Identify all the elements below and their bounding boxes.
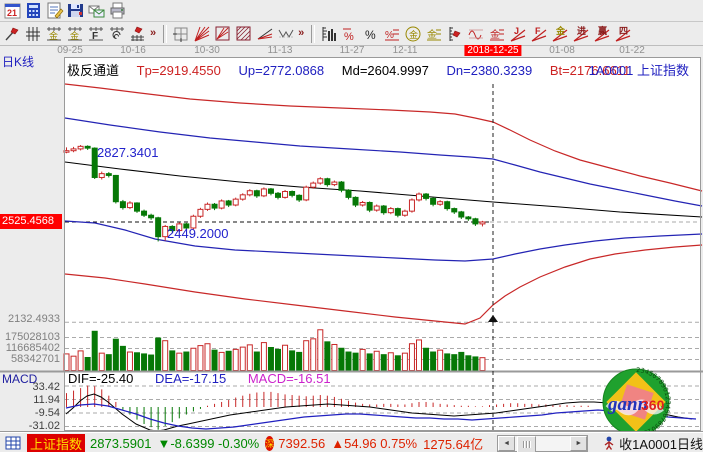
scroll-right-button[interactable]: ► (570, 436, 587, 451)
scroll-track[interactable] (515, 436, 570, 451)
hotkey-person-icon (598, 433, 619, 452)
indicator-readout: 极反通道 Tp=2919.4550 Up=2772.0868 Md=2604.9… (67, 60, 644, 79)
indicator-name: 极反通道 (67, 63, 119, 78)
logo-brand-num: 360 (641, 397, 665, 413)
macd-scale-3: -9.54 (0, 407, 60, 419)
md-value: Md=2604.9997 (342, 63, 429, 78)
index-change: ▼-8.6399 -0.30% (157, 436, 259, 451)
macd-readout: DIF=-25.40 DEA=-17.15 MACD=-16.51 (68, 371, 349, 386)
macd-scale-1: 33.42 (0, 381, 60, 393)
scroll-left-button[interactable]: ◄ (498, 436, 515, 451)
status-bar: 上证指数 2873.5901 ▼-8.6399 -0.30% 深 7392.56… (0, 432, 703, 452)
shenzhen-badge[interactable]: 深 (265, 436, 274, 451)
symbol-name: 1A0001 上证指数 (589, 60, 689, 79)
index-value: 2873.5901 (90, 436, 151, 451)
tp-value: Tp=2919.4550 (137, 63, 221, 78)
kline-pane-label: 日K线 (2, 53, 34, 70)
scroll-thumb[interactable] (517, 436, 536, 452)
up-value: Up=2772.0868 (238, 63, 324, 78)
trading-app-window: 21 金金F»»%%%金金金JF金进赢四 09-2510-1610-3011-1… (0, 0, 703, 452)
quote-table-icon[interactable] (2, 433, 23, 452)
volume-scale-3: 58342701 (0, 353, 60, 365)
index-name-badge[interactable]: 上证指数 (27, 434, 85, 452)
gann360-logo: 2345678901234567890123456789012345 gann … (601, 367, 671, 437)
dea-value: DEA=-17.15 (155, 371, 226, 386)
sz-amount: 1275.64亿 (423, 434, 483, 452)
dif-value: DIF=-25.40 (68, 371, 133, 386)
macd-scale-4: -31.02 (0, 420, 60, 432)
period-indicator[interactable]: 收1A0001日线 (619, 434, 703, 452)
sz-change: ▲54.96 0.75% (331, 436, 417, 451)
horizontal-scrollbar[interactable]: ◄ ► (497, 435, 588, 452)
macd-scale-2: 11.94 (0, 394, 60, 406)
last-price-tag: 2525.4568 (0, 214, 62, 229)
price-level-label: 2132.4933 (0, 313, 60, 325)
macd-value: MACD=-16.51 (248, 371, 331, 386)
swing-low-annotation: 2449.2000 (167, 226, 228, 241)
sz-value: 7392.56 (278, 436, 325, 451)
dn-value: Dn=2380.3239 (447, 63, 533, 78)
swing-high-annotation: 2827.3401 (97, 145, 158, 160)
